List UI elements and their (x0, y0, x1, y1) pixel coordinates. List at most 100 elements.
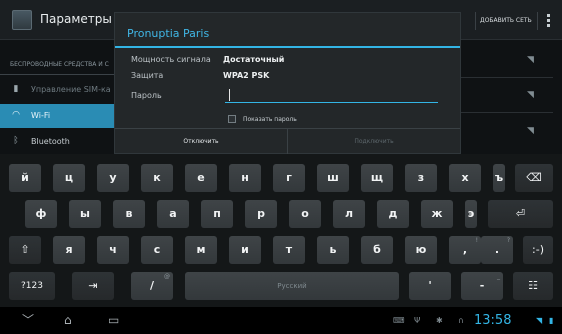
key[interactable]: ч (97, 236, 129, 264)
wifi-connect-dialog: Pronuptia Paris Мощность сигнала Достато… (114, 12, 461, 155)
key[interactable]: ш (317, 164, 349, 192)
key[interactable]: э (465, 200, 477, 228)
add-network-button[interactable]: Добавить сеть (480, 17, 532, 24)
key[interactable]: щ (361, 164, 393, 192)
key[interactable]: г (273, 164, 305, 192)
connect-button[interactable]: Подключить (288, 129, 460, 155)
key[interactable]: ю (405, 236, 437, 264)
sidebar-item-bluetooth[interactable]: ᛒ Bluetooth (0, 130, 115, 154)
wifi-signal-icon: ◥ (527, 90, 534, 100)
key[interactable]: д (377, 200, 409, 228)
comma-key[interactable]: , ! (449, 236, 481, 264)
key-label: - (479, 279, 485, 292)
app-title: Параметры (40, 12, 112, 26)
key[interactable]: а (157, 200, 189, 228)
sidebar-item-label: Управление SIM-ка (31, 85, 111, 94)
sidebar-item-wifi[interactable]: ◠ Wi-Fi (0, 104, 115, 128)
settings-key[interactable]: ☷ (513, 272, 553, 300)
clock: 13:58 (474, 313, 512, 328)
usb-icon: Ψ (414, 316, 421, 325)
action-separator (475, 12, 476, 30)
key[interactable]: ц (53, 164, 85, 192)
apostrophe-key[interactable]: ' (409, 272, 451, 300)
sidebar-item-sim[interactable]: ▮ Управление SIM-ка (0, 78, 115, 102)
key[interactable]: ф (25, 200, 57, 228)
key[interactable]: ь (317, 236, 349, 264)
key[interactable]: я (53, 236, 85, 264)
shift-key[interactable]: ⇧ (9, 236, 41, 264)
key-hint: ! (475, 237, 478, 244)
wifi-status-icon: ◥ (536, 316, 543, 325)
home-icon[interactable]: ⌂ (64, 313, 72, 327)
key[interactable]: р (245, 200, 277, 228)
key[interactable]: б (361, 236, 393, 264)
key-hint: ? (506, 237, 510, 244)
key[interactable]: й (9, 164, 41, 192)
password-input[interactable] (225, 89, 438, 103)
key[interactable]: х (449, 164, 481, 192)
recent-apps-icon[interactable]: ▭ (108, 313, 119, 327)
key[interactable]: с (141, 236, 173, 264)
wifi-icon: ◠ (12, 110, 20, 120)
signal-strength-label: Мощность сигнала (131, 55, 211, 64)
key[interactable]: и (229, 236, 261, 264)
symbols-key[interactable]: ?123 (9, 272, 55, 300)
security-label: Защита (131, 71, 164, 80)
dialog-title-divider (115, 46, 460, 48)
disconnect-button[interactable]: Отключить (115, 129, 287, 155)
key-label: , (462, 243, 468, 256)
key[interactable]: л (333, 200, 365, 228)
action-separator (537, 12, 538, 30)
key[interactable]: т (273, 236, 305, 264)
headphones-icon: ∩ (458, 316, 464, 325)
keyboard-icon: ⌨ (393, 316, 405, 325)
key-hint: @ (164, 273, 170, 280)
period-key[interactable]: . ? (481, 236, 513, 264)
key[interactable]: ж (421, 200, 453, 228)
sidebar-item-label: Wi-Fi (31, 111, 51, 120)
key[interactable]: е (185, 164, 217, 192)
security-value: WPA2 PSK (223, 71, 270, 80)
enter-key[interactable]: ⏎ (488, 200, 553, 228)
backspace-key[interactable]: ⌫ (515, 164, 553, 192)
overflow-menu-icon[interactable] (547, 14, 550, 28)
back-down-icon[interactable]: ﹀ (22, 313, 34, 327)
settings-app-icon[interactable] (12, 10, 32, 30)
key-hint: _ (497, 273, 500, 280)
section-header: Беспроводные средства и с (10, 61, 109, 68)
list-divider (461, 112, 553, 113)
smiley-key[interactable]: :-) (523, 236, 553, 264)
key[interactable]: н (229, 164, 261, 192)
signal-strength-value: Достаточный (223, 55, 285, 64)
key[interactable]: ы (69, 200, 101, 228)
tab-key[interactable]: ⇥ (72, 272, 114, 300)
bluetooth-icon: ᛒ (13, 136, 19, 146)
show-password-label[interactable]: Показать пароль (243, 116, 297, 123)
soft-keyboard: й ц у к е н г ш щ з х ъ ⌫ ф ы в а п р о … (0, 154, 562, 307)
wifi-signal-icon: ◥ (527, 55, 534, 65)
key[interactable]: ъ (493, 164, 505, 192)
sim-icon: ▮ (13, 84, 19, 94)
key[interactable]: п (201, 200, 233, 228)
wifi-signal-icon: ◥ (527, 126, 534, 136)
show-password-checkbox[interactable] (228, 115, 236, 123)
key-label: . (494, 243, 500, 256)
dialog-button-bar: Отключить Подключить (115, 128, 460, 155)
password-label: Пароль (131, 91, 162, 100)
key[interactable]: к (141, 164, 173, 192)
dialog-title: Pronuptia Paris (127, 27, 210, 40)
key[interactable]: м (185, 236, 217, 264)
key[interactable]: з (405, 164, 437, 192)
key[interactable]: у (97, 164, 129, 192)
dash-key[interactable]: - _ (461, 272, 503, 300)
key[interactable]: в (113, 200, 145, 228)
battery-icon: ▮ (549, 316, 554, 325)
slash-key[interactable]: / @ (131, 272, 173, 300)
sidebar-item-label: Bluetooth (31, 137, 70, 146)
key-label: / (149, 279, 155, 292)
text-cursor (229, 89, 230, 101)
key[interactable]: о (289, 200, 321, 228)
section-divider (0, 74, 115, 75)
space-key[interactable]: Русский (185, 272, 399, 300)
list-divider (461, 77, 553, 78)
